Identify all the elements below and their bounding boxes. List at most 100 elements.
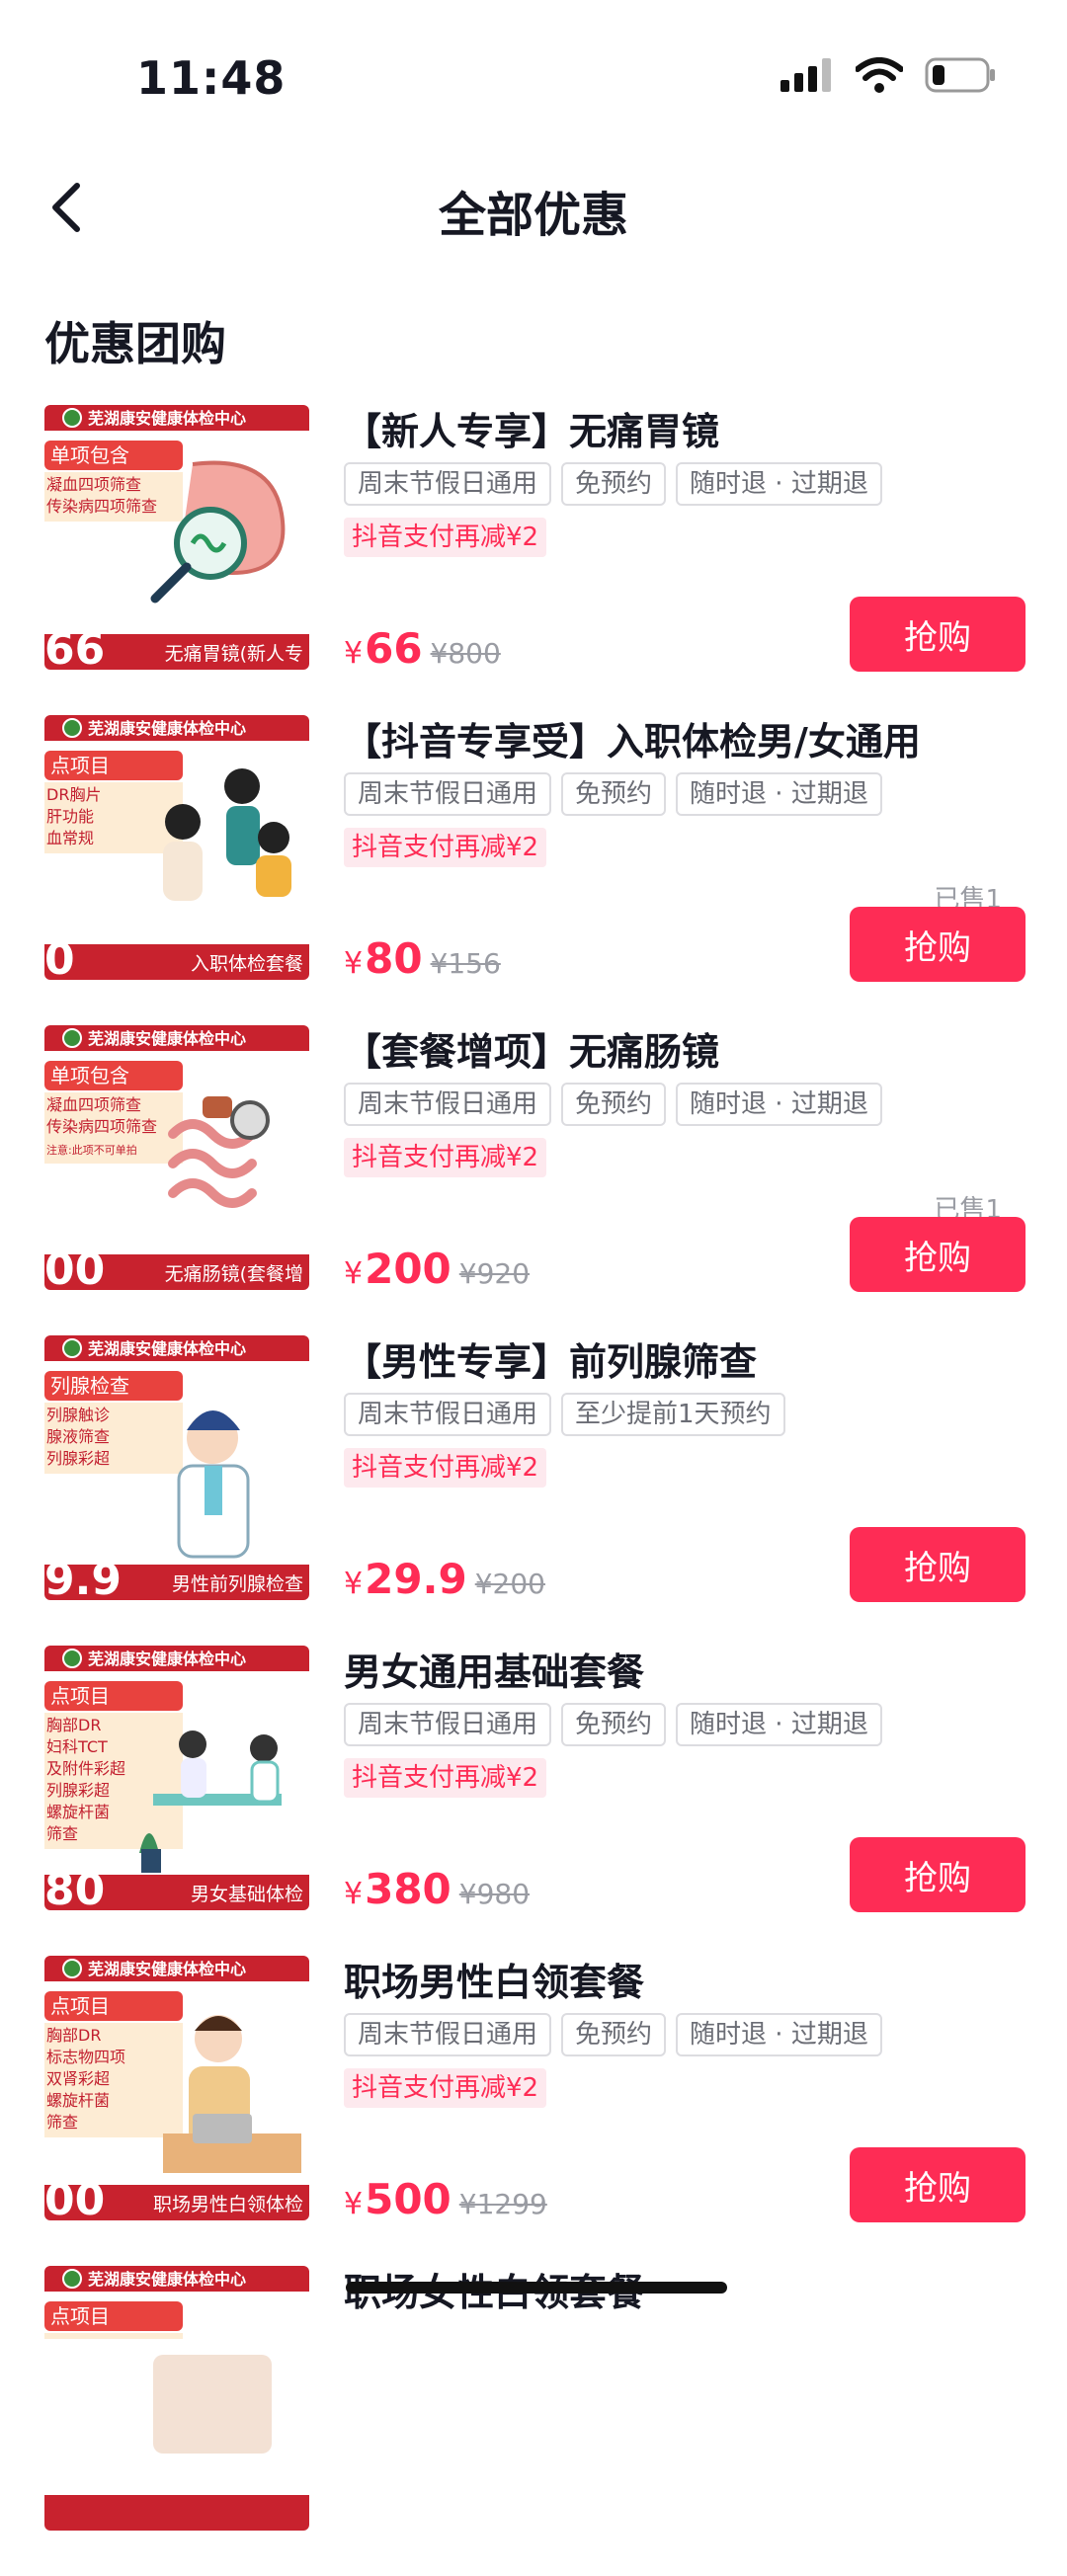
thumb-header: 芜湖康安健康体检中心 [88, 1960, 246, 1978]
office-man-illustration-icon[interactable]: 芜湖康安健康体检中心 点项目 胸部DR 标志物四项 双肾彩超 螺旋杆菌 筛查 00 职场男性白领… [44, 1956, 309, 2220]
current-price: ¥380 [344, 1865, 451, 1913]
buy-button[interactable]: 抢购 [850, 1217, 1026, 1292]
current-price-value: 80 [365, 934, 423, 983]
buy-button[interactable]: 抢购 [850, 2147, 1026, 2222]
thumb-line: 螺旋杆菌 [46, 1803, 110, 1821]
original-price: ¥800 [430, 637, 501, 670]
thumb-big: 80 [44, 1865, 105, 1910]
tag: 周末节假日通用 [344, 2013, 552, 2056]
thumb-line: 螺旋杆菌 [46, 2091, 110, 2110]
thumb-header: 芜湖康安健康体检中心 [88, 409, 246, 428]
price-block: ¥380 ¥980 [344, 1865, 530, 1913]
currency-symbol: ¥ [344, 1256, 364, 1291]
thumb-header: 芜湖康安健康体检中心 [88, 2270, 246, 2289]
price-block: ¥80 ¥156 [344, 934, 501, 983]
thumb-line: 传染病四项筛查 [46, 497, 157, 516]
nav-bar: 全部优惠 [0, 158, 1067, 257]
original-price: ¥920 [458, 1257, 531, 1290]
buy-button[interactable]: 抢购 [850, 597, 1026, 672]
tag-list: 周末节假日通用 免预约 随时退 · 过期退 [344, 1083, 882, 1126]
tag: 周末节假日通用 [344, 1393, 552, 1436]
deal-item[interactable]: 芜湖康安健康体检中心 点项目 DR胸片 肝功能 血常规 0 入职体检套餐 【抖音专享受】入职体… [0, 715, 1067, 1025]
tag: 周末节假日通用 [344, 1703, 552, 1746]
tag: 随时退 · 过期退 [676, 1703, 882, 1746]
tag: 周末节假日通用 [344, 772, 552, 816]
current-price-value: 66 [365, 624, 423, 673]
thumb-badge: 点项目 [50, 1684, 110, 1708]
people-illustration-icon[interactable]: 芜湖康安健康体检中心 点项目 DR胸片 肝功能 血常规 0 入职体检套餐 [44, 715, 309, 980]
current-price-value: 200 [365, 1245, 451, 1293]
tag-list: 周末节假日通用 免预约 随时退 · 过期退 [344, 2013, 882, 2056]
currency-symbol: ¥ [344, 636, 364, 671]
thumb-line: 筛查 [46, 1824, 78, 1843]
promo-badge: 抖音支付再减¥2 [344, 828, 547, 867]
current-price: ¥500 [344, 2175, 451, 2223]
deal-list: 芜湖康安健康体检中心 单项包含 凝血四项筛查 传染病四项筛查 66 无痛胃镜(新人专 【新人… [0, 405, 1067, 2576]
tag-list: 周末节假日通用 至少提前1天预约 [344, 1393, 785, 1436]
deal-item[interactable]: 芜湖康安健康体检中心 点项目 胸部DR 妇科TCT 及附件彩超 列腺彩超 螺旋杆菌 筛查 80 男… [0, 1646, 1067, 1956]
price-block: ¥66 ¥800 [344, 624, 501, 673]
stomach-illustration-icon[interactable]: 芜湖康安健康体检中心 单项包含 凝血四项筛查 传染病四项筛查 66 无痛胃镜(新人专 [44, 405, 309, 670]
thumb-line: 腺液筛查 [46, 1427, 110, 1446]
original-price: ¥156 [430, 947, 501, 980]
deal-title[interactable]: 【抖音专享受】入职体检男/女通用 [344, 711, 921, 765]
page-title: 全部优惠 [438, 188, 628, 243]
consultation-illustration-icon[interactable]: 芜湖康安健康体检中心 点项目 胸部DR 妇科TCT 及附件彩超 列腺彩超 螺旋杆菌 筛查 80 男… [44, 1646, 309, 1910]
price-block: ¥29.9 ¥200 [344, 1555, 545, 1603]
deal-title[interactable]: 【套餐增项】无痛肠镜 [344, 1021, 719, 1076]
thumb-line: 传染病四项筛查 [46, 1117, 157, 1136]
deal-item[interactable]: 芜湖康安健康体检中心 单项包含 凝血四项筛查 传染病四项筛查 注意:此项不可单拍 00 无痛… [0, 1025, 1067, 1335]
current-price: ¥200 [344, 1245, 451, 1293]
thumb-line: 胸部DR [46, 2026, 101, 2045]
deal-title[interactable]: 【男性专享】前列腺筛查 [344, 1331, 757, 1386]
tag: 免预约 [561, 1703, 667, 1746]
promo-badge: 抖音支付再减¥2 [344, 1448, 547, 1488]
thumb-line: 列腺彩超 [46, 1781, 110, 1800]
thumb-badge: 单项包含 [50, 443, 129, 467]
thumb-footer: 无痛肠镜(套餐增 [165, 1263, 303, 1285]
status-bar: 11:48 [0, 0, 1067, 148]
thumb-line: 血常规 [46, 829, 94, 847]
thumb-big: 00 [44, 1245, 105, 1290]
intestine-illustration-icon[interactable]: 芜湖康安健康体检中心 单项包含 凝血四项筛查 传染病四项筛查 注意:此项不可单拍 00 无痛… [44, 1025, 309, 1290]
office-woman-illustration-icon[interactable]: 芜湖康安健康体检中心 点项目 [44, 2266, 309, 2531]
deal-item[interactable]: 芜湖康安健康体检中心 列腺检查 列腺触诊 腺液筛查 列腺彩超 9.9 男性前列腺检查 【男性专… [0, 1335, 1067, 1646]
tag: 随时退 · 过期退 [676, 1083, 882, 1126]
tag: 至少提前1天预约 [561, 1393, 785, 1436]
buy-button[interactable]: 抢购 [850, 1527, 1026, 1602]
deal-title[interactable]: 职场男性白领套餐 [344, 1952, 644, 2006]
deal-item[interactable]: 芜湖康安健康体检中心点项目职场女性白领套餐 [0, 2266, 1067, 2576]
buy-button[interactable]: 抢购 [850, 907, 1026, 982]
price-block: ¥200 ¥920 [344, 1245, 530, 1293]
tag: 随时退 · 过期退 [676, 462, 882, 506]
currency-symbol: ¥ [344, 946, 364, 981]
thumb-header: 芜湖康安健康体检中心 [88, 1339, 246, 1358]
tag-list: 周末节假日通用 免预约 随时退 · 过期退 [344, 462, 882, 506]
original-price: ¥200 [474, 1568, 545, 1600]
thumb-line: 凝血四项筛查 [46, 1095, 141, 1114]
tag: 免预约 [561, 2013, 667, 2056]
currency-symbol: ¥ [344, 2187, 364, 2221]
thumb-badge: 点项目 [50, 754, 110, 777]
thumb-line: 肝功能 [46, 807, 94, 826]
tag: 周末节假日通用 [344, 1083, 552, 1126]
deal-item[interactable]: 芜湖康安健康体检中心 单项包含 凝血四项筛查 传染病四项筛查 66 无痛胃镜(新人专 【新人… [0, 405, 1067, 715]
current-price-value: 380 [365, 1865, 451, 1913]
thumb-line: 妇科TCT [46, 1737, 108, 1756]
deal-title[interactable]: 男女通用基础套餐 [344, 1642, 644, 1696]
battery-icon [925, 57, 995, 93]
thumb-line: DR胸片 [46, 785, 101, 804]
thumb-footer: 男女基础体检 [191, 1884, 303, 1905]
current-price: ¥80 [344, 934, 423, 983]
thumb-line: 胸部DR [46, 1716, 101, 1734]
tag: 随时退 · 过期退 [676, 2013, 882, 2056]
thumb-footer: 男性前列腺检查 [172, 1573, 303, 1595]
tag-list: 周末节假日通用 免预约 随时退 · 过期退 [344, 772, 882, 816]
thumb-line: 列腺彩超 [46, 1449, 110, 1468]
deal-item[interactable]: 芜湖康安健康体检中心 点项目 胸部DR 标志物四项 双肾彩超 螺旋杆菌 筛查 00 职场男性白领… [0, 1956, 1067, 2266]
thumb-header: 芜湖康安健康体检中心 [88, 1029, 246, 1048]
doctor-illustration-icon[interactable]: 芜湖康安健康体检中心 列腺检查 列腺触诊 腺液筛查 列腺彩超 9.9 男性前列腺检查 [44, 1335, 309, 1600]
buy-button[interactable]: 抢购 [850, 1837, 1026, 1912]
thumb-footer: 无痛胃镜(新人专 [165, 643, 303, 665]
deal-title[interactable]: 【新人专享】无痛胃镜 [344, 401, 719, 455]
